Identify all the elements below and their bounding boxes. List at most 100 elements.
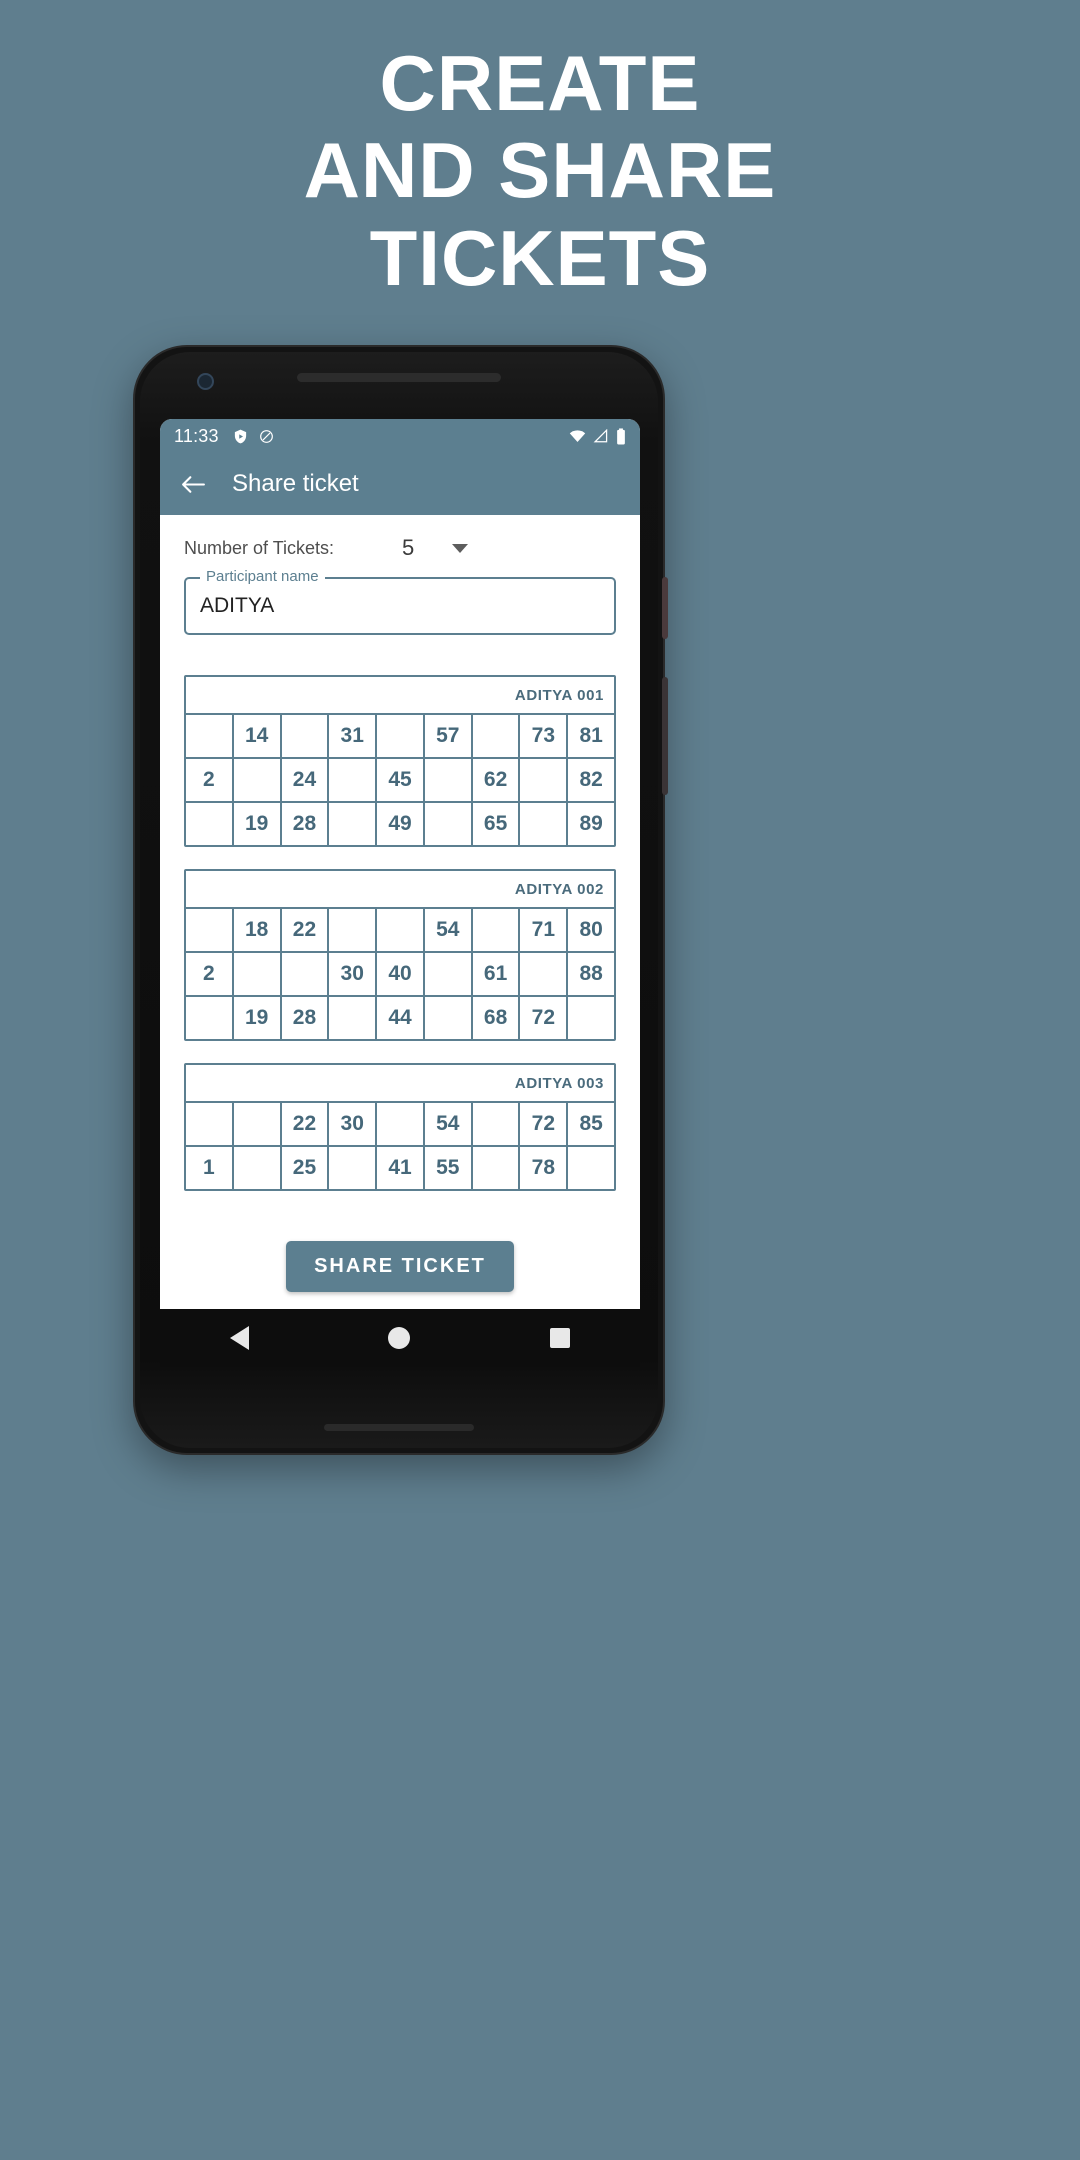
ticket-cell	[470, 909, 519, 951]
front-camera-icon	[197, 373, 214, 390]
ticket-count-row: Number of Tickets: 5	[184, 515, 616, 561]
status-icons-left	[233, 428, 274, 445]
ticket-row: 14 31 57 73 81	[186, 715, 614, 757]
ticket-cell: 22	[279, 1103, 328, 1145]
ticket-cell	[231, 759, 280, 801]
ticket-count-value[interactable]: 5	[402, 535, 414, 561]
power-button[interactable]	[662, 577, 668, 639]
ticket-cell: 88	[566, 953, 614, 995]
ticket-cell: 2	[203, 768, 215, 791]
headline-line-3: TICKETS	[369, 213, 711, 302]
ticket-cell: 40	[375, 953, 423, 995]
back-button[interactable]	[176, 467, 210, 501]
nav-back-icon[interactable]	[229, 1326, 249, 1350]
ticket-cell: 68	[470, 997, 519, 1039]
ticket-cell: 45	[375, 759, 423, 801]
ticket-cell: 19	[231, 803, 280, 845]
ticket-row: 18 22 54 71 80	[186, 909, 614, 951]
ticket-cell	[518, 953, 566, 995]
ticket-row: 19 28 49 65 89	[186, 801, 614, 845]
ticket-grid: 22 30 54 72 85 1 25 41 55 78	[186, 1103, 614, 1189]
share-ticket-button[interactable]: SHARE TICKET	[286, 1240, 514, 1292]
ticket-cell: 41	[375, 1147, 423, 1189]
ticket-cell	[186, 997, 232, 1039]
ticket-id-label: ADITYA 003	[186, 1065, 614, 1103]
ticket-card[interactable]: ADITYA 003 22 30 54 72 85 1 25 41 55 78	[184, 1063, 616, 1191]
android-nav-bar	[160, 1309, 640, 1367]
ticket-row: 22 30 54 72 85	[186, 1103, 614, 1145]
list-fade-mask	[160, 1201, 640, 1223]
ticket-cell: 24	[279, 759, 328, 801]
ticket-cell: 85	[566, 1103, 614, 1145]
battery-icon	[616, 427, 626, 445]
chevron-down-icon[interactable]	[452, 543, 469, 553]
ticket-cell	[327, 803, 375, 845]
ticket-cell	[470, 1103, 519, 1145]
ticket-grid: 14 31 57 73 81 2 24 45 62 82 19 28 49 65 89	[186, 715, 614, 845]
ticket-cell	[327, 997, 375, 1039]
ticket-cell	[375, 909, 423, 951]
ticket-row: 1 25 41 55 78	[186, 1145, 614, 1189]
headline-line-2: AND SHARE	[303, 126, 777, 215]
ticket-id-label: ADITYA 001	[186, 677, 614, 715]
ticket-cell	[422, 759, 471, 801]
ticket-cell	[375, 1103, 423, 1145]
ticket-cell	[422, 997, 471, 1039]
ticket-cell	[470, 715, 519, 757]
ticket-cell: 73	[518, 715, 566, 757]
ticket-cell: 65	[470, 803, 519, 845]
ticket-cell: 19	[231, 997, 280, 1039]
ticket-card[interactable]: ADITYA 002 18 22 54 71 80 2 30 40 61 88 19 28 44 68 72	[184, 869, 616, 1041]
ticket-cell	[231, 1103, 280, 1145]
app-screen: 11:33 Share ticket Number of Tickets: 5 …	[160, 419, 640, 1309]
ticket-cell: 30	[327, 953, 375, 995]
ticket-cell: 54	[422, 1103, 471, 1145]
wifi-icon	[569, 429, 586, 443]
status-bar: 11:33	[160, 419, 640, 453]
earpiece-speaker	[297, 373, 501, 382]
do-not-disturb-icon	[259, 429, 274, 444]
ticket-cell: 44	[375, 997, 423, 1039]
tickets-list[interactable]: ADITYA 001 14 31 57 73 81 2 24 45 62 82 19 28 49 65 89 A…	[184, 675, 616, 1191]
nav-recents-icon[interactable]	[550, 1328, 571, 1348]
arrow-back-icon	[181, 475, 205, 493]
ticket-cell	[422, 803, 471, 845]
participant-name-label: Participant name	[200, 568, 325, 585]
ticket-cell: 31	[327, 715, 375, 757]
signal-icon	[593, 429, 609, 443]
ticket-row: 19 28 44 68 72	[186, 995, 614, 1039]
status-icons-right	[569, 427, 626, 445]
ticket-cell	[327, 1147, 375, 1189]
ticket-grid: 18 22 54 71 80 2 30 40 61 88 19 28 44 68 72	[186, 909, 614, 1039]
ticket-cell: 78	[518, 1147, 566, 1189]
ticket-row: 2 24 45 62 82	[186, 757, 614, 801]
nav-home-icon[interactable]	[388, 1327, 411, 1349]
ticket-cell	[566, 1147, 614, 1189]
ticket-cell	[327, 909, 375, 951]
ticket-cell	[518, 759, 566, 801]
ticket-cell	[279, 715, 328, 757]
ticket-cell: 49	[375, 803, 423, 845]
participant-name-value: ADITYA	[200, 594, 275, 617]
app-toolbar: Share ticket	[160, 453, 640, 515]
ticket-cell: 89	[566, 803, 614, 845]
ticket-cell	[186, 715, 232, 757]
ticket-cell: 18	[231, 909, 280, 951]
share-bar: SHARE TICKET	[160, 1223, 640, 1309]
ticket-cell	[186, 803, 232, 845]
ticket-cell: 61	[470, 953, 519, 995]
ticket-cell	[327, 759, 375, 801]
ticket-cell: 22	[279, 909, 328, 951]
ticket-card[interactable]: ADITYA 001 14 31 57 73 81 2 24 45 62 82 19 28 49 65 89	[184, 675, 616, 847]
ticket-cell	[518, 803, 566, 845]
ticket-cell: 14	[231, 715, 280, 757]
ticket-cell	[470, 1147, 519, 1189]
screen-content: Number of Tickets: 5 Participant name AD…	[160, 515, 640, 1309]
phone-mockup: 11:33 Share ticket Number of Tickets: 5 …	[133, 345, 668, 1455]
volume-button[interactable]	[662, 677, 668, 795]
ticket-cell: 25	[279, 1147, 328, 1189]
ticket-cell	[186, 909, 232, 951]
participant-name-input[interactable]: Participant name ADITYA	[184, 568, 616, 635]
ticket-cell: 30	[327, 1103, 375, 1145]
ticket-id-label: ADITYA 002	[186, 871, 614, 909]
